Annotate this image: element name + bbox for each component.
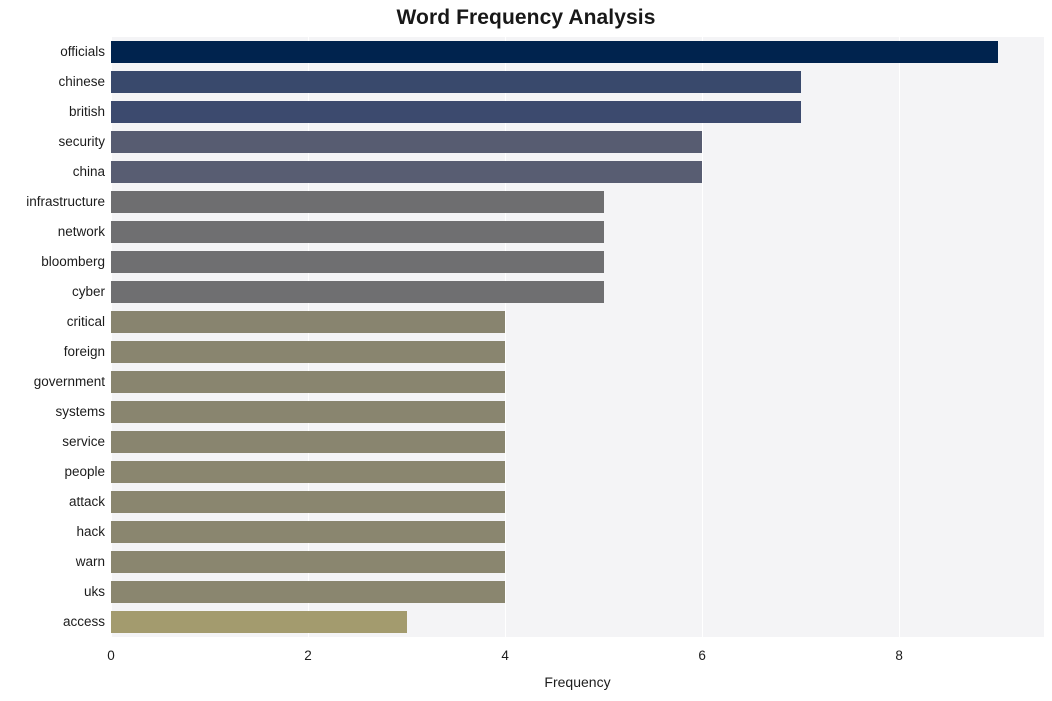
y-axis-tick-label: hack xyxy=(76,524,105,539)
chart-title: Word Frequency Analysis xyxy=(396,6,656,29)
y-axis-tick-label: cyber xyxy=(71,284,105,299)
bar xyxy=(111,611,407,633)
bar xyxy=(111,551,506,573)
x-axis-title: Frequency xyxy=(544,674,611,690)
bar xyxy=(111,491,506,513)
bar xyxy=(111,431,506,453)
y-axis-tick-label: chinese xyxy=(58,74,105,89)
y-axis-tick-label: attack xyxy=(68,494,105,509)
bar xyxy=(111,521,506,543)
y-axis-tick-labels: officials chinese british security china infr… xyxy=(0,37,105,637)
bar xyxy=(111,581,506,603)
y-axis-tick-label: people xyxy=(64,464,105,479)
y-axis-tick-label: officials xyxy=(60,44,105,59)
y-axis-tick-label: bloomberg xyxy=(41,254,105,269)
y-axis-tick-label: government xyxy=(33,374,105,389)
y-axis-tick-label: uks xyxy=(83,584,105,599)
bar xyxy=(111,101,801,123)
plot-area xyxy=(111,37,1044,637)
y-axis-tick-label: service xyxy=(62,434,105,449)
y-axis-tick-label: security xyxy=(58,134,105,149)
x-axis-tick-labels: 0 2 4 6 8 xyxy=(0,648,1052,668)
x-axis-tick-label: 6 xyxy=(698,648,706,663)
x-axis-tick-label: 4 xyxy=(501,648,509,663)
y-axis-tick-label: infrastructure xyxy=(26,194,105,209)
bar xyxy=(111,281,604,303)
bar xyxy=(111,401,506,423)
x-axis-tick-label: 0 xyxy=(107,648,115,663)
bar xyxy=(111,341,506,363)
y-axis-tick-label: critical xyxy=(66,314,105,329)
y-axis-tick-label: systems xyxy=(55,404,105,419)
bar xyxy=(111,191,604,213)
bar xyxy=(111,131,703,153)
bar xyxy=(111,461,506,483)
x-axis-tick-label: 8 xyxy=(895,648,903,663)
y-axis-tick-label: british xyxy=(68,104,105,119)
y-axis-tick-label: access xyxy=(62,614,105,629)
bar xyxy=(111,161,703,183)
bar xyxy=(111,221,604,243)
bar xyxy=(111,311,506,333)
bar xyxy=(111,41,998,63)
chart-figure: Word Frequency Analysis officials chinese… xyxy=(0,0,1052,701)
y-axis-tick-label: network xyxy=(57,224,105,239)
bar xyxy=(111,371,506,393)
x-axis-tick-label: 2 xyxy=(304,648,312,663)
bars-layer xyxy=(111,37,1044,637)
y-axis-tick-label: foreign xyxy=(63,344,105,359)
y-axis-tick-label: warn xyxy=(75,554,105,569)
y-axis-tick-label: china xyxy=(72,164,105,179)
bar xyxy=(111,251,604,273)
bar xyxy=(111,71,801,93)
